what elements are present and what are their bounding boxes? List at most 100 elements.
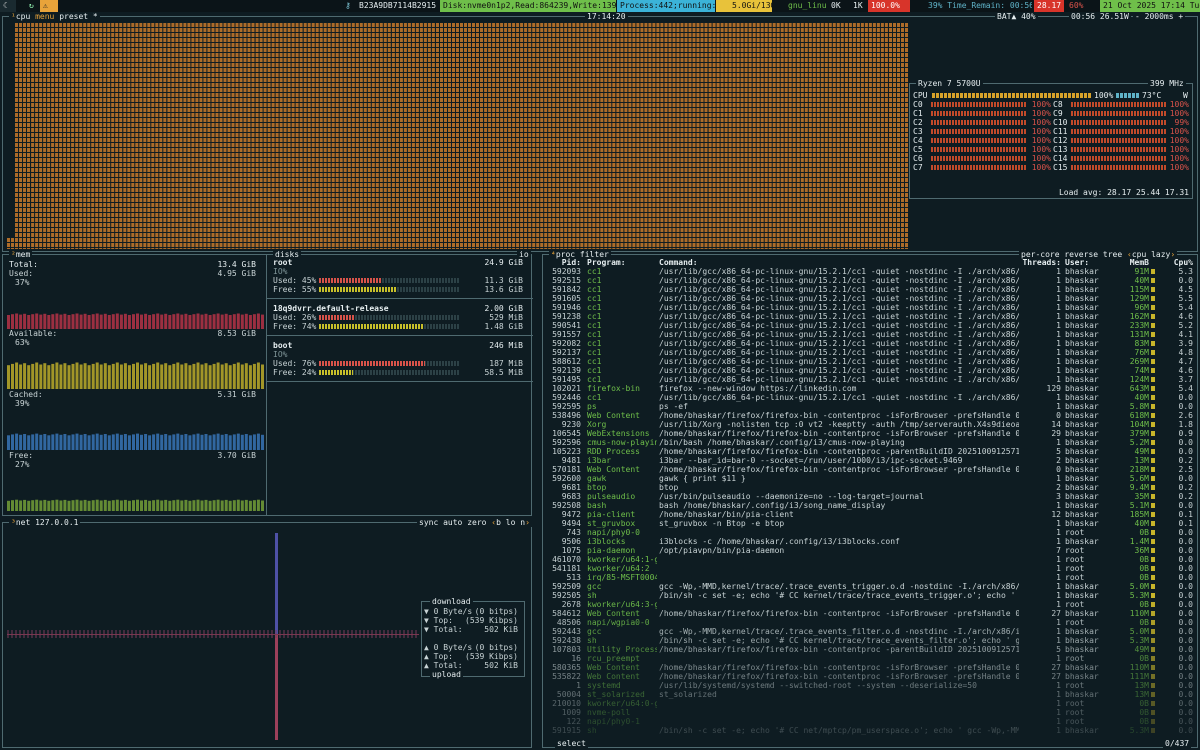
proc-row[interactable]: 9681 btop btop 2 bhaskar 9.4M 0.2 bbox=[545, 483, 1195, 492]
preset-button[interactable]: preset * bbox=[59, 12, 98, 21]
proc-row[interactable]: 592595 ps ps -ef 1 bhaskar 5.8M 0.0 bbox=[545, 402, 1195, 411]
proc-row[interactable]: 592082 cc1/usr/lib/gcc/x86_64-pc-linux-gn… bbox=[545, 339, 1195, 348]
proc-row[interactable]: 591495 cc1/usr/lib/gcc/x86_64-pc-linux-gn… bbox=[545, 375, 1195, 384]
mem-graph-column bbox=[256, 499, 260, 511]
proc-row[interactable]: 1 systemd/usr/lib/systemd/systemd --switc… bbox=[545, 681, 1195, 690]
proc-row[interactable]: 592093 cc1/usr/lib/gcc/x86_64-pc-linux-gn… bbox=[545, 267, 1195, 276]
proc-row[interactable]: 580365 Web Content/home/bhaskar/firefox/f… bbox=[545, 663, 1195, 672]
proc-row[interactable]: 50004 st_solarized st_solarized 1 bhaskar 13M… bbox=[545, 690, 1195, 699]
proc-row[interactable]: 570181 Web Content/home/bhaskar/firefox/f… bbox=[545, 465, 1195, 474]
cpu-graph-column bbox=[167, 23, 171, 249]
core-usage-bar bbox=[931, 111, 1027, 116]
proc-row[interactable]: 592515 cc1/usr/lib/gcc/x86_64-pc-linux-gn… bbox=[545, 276, 1195, 285]
proc-row[interactable]: 541181 kworker/u64:2 1 root 0B 0.0 bbox=[545, 564, 1195, 573]
mem-graph-column bbox=[67, 365, 71, 389]
mem-graph-column bbox=[51, 363, 55, 389]
net-controls: sync auto zero ‹b lo n› bbox=[417, 518, 532, 527]
proc-program: WebExtensions bbox=[587, 429, 650, 438]
proc-row[interactable]: 538496 Web Content/home/bhaskar/firefox/f… bbox=[545, 411, 1195, 420]
proc-row[interactable]: 9230 Xorg/usr/lib/Xorg -nolisten tcp :0 v… bbox=[545, 420, 1195, 429]
mem-header[interactable]: MemB bbox=[1109, 258, 1149, 267]
proc-row[interactable]: 591557 cc1/usr/lib/gcc/x86_64-pc-linux-gn… bbox=[545, 330, 1195, 339]
menu-button[interactable]: menu bbox=[35, 12, 54, 21]
proc-row[interactable]: 592508 bash bash /home/bhaskar/.config/i3/… bbox=[545, 501, 1195, 510]
proc-row[interactable]: 592137 cc1/usr/lib/gcc/x86_64-pc-linux-gn… bbox=[545, 348, 1195, 357]
proc-row[interactable]: 9472 pia-client/home/bhaskar/bin/pia-clie… bbox=[545, 510, 1195, 519]
proc-row[interactable]: 588612 cc1/usr/lib/gcc/x86_64-pc-linux-gn… bbox=[545, 357, 1195, 366]
cpu-panel-title[interactable]: ¹cpu menu preset * bbox=[9, 12, 100, 21]
sync-button[interactable]: sync bbox=[419, 518, 438, 527]
proc-row[interactable]: 9506 i3blocks i3blocks -c /home/bhaskar/.c… bbox=[545, 537, 1195, 546]
workspace-icon[interactable]: ☾ bbox=[0, 0, 16, 12]
net-graph-column bbox=[399, 630, 401, 638]
mem-graph-column bbox=[83, 434, 87, 450]
proc-row[interactable]: 9683 pulseaudio/usr/bin/pulseaudio --daem… bbox=[545, 492, 1195, 501]
proc-row[interactable]: 461070 kworker/u64:1-gf 1 root 0B 0.0 bbox=[545, 555, 1195, 564]
auto-button[interactable]: auto bbox=[443, 518, 462, 527]
command-header[interactable]: Command: bbox=[659, 258, 719, 267]
proc-row[interactable]: 590541 cc1/usr/lib/gcc/x86_64-pc-linux-gn… bbox=[545, 321, 1195, 330]
proc-row[interactable]: 16 rcu_preempt 1 root 0B 0.0 bbox=[545, 654, 1195, 663]
proc-row[interactable]: 210010 kworker/u64:0-gf 1 root 0B 0.0 bbox=[545, 699, 1195, 708]
proc-row[interactable]: 591842 cc1/usr/lib/gcc/x86_64-pc-linux-gn… bbox=[545, 285, 1195, 294]
proc-row[interactable]: 513 irq/85-MSFT0004: 1 root 0B 0.0 bbox=[545, 573, 1195, 582]
proc-row[interactable]: 591238 cc1/usr/lib/gcc/x86_64-pc-linux-gn… bbox=[545, 312, 1195, 321]
proc-row[interactable]: 48506 napi/wgpia0-0 1 root 0B 0.0 bbox=[545, 618, 1195, 627]
select-button[interactable]: select bbox=[555, 739, 588, 748]
mem-graph-column bbox=[212, 434, 216, 450]
proc-row[interactable]: 592446 cc1/usr/lib/gcc/x86_64-pc-linux-gn… bbox=[545, 393, 1195, 402]
refresh-icon[interactable]: ↻ bbox=[26, 0, 38, 12]
proc-user: bhaskar bbox=[1065, 465, 1099, 474]
cpu-core-row: C3 100% bbox=[913, 127, 1053, 136]
refresh-rate[interactable]: - 2000ms + bbox=[1133, 12, 1186, 21]
threads-header[interactable]: Threads: bbox=[1021, 258, 1061, 267]
mem-graph-column bbox=[152, 314, 156, 329]
zero-button[interactable]: zero bbox=[467, 518, 486, 527]
proc-threads: 2 bbox=[1056, 456, 1061, 465]
proc-row[interactable]: 2678 kworker/u64:3-gf 1 root 0B 0.0 bbox=[545, 600, 1195, 609]
proc-row[interactable]: 102021 firefox-bin firefox --new-window ht… bbox=[545, 384, 1195, 393]
proc-row[interactable]: 592505 sh/bin/sh -c set -e; echo '# CC ke… bbox=[545, 591, 1195, 600]
proc-row[interactable]: 584612 Web Content/home/bhaskar/firefox/f… bbox=[545, 609, 1195, 618]
mem-graph-column bbox=[103, 313, 107, 329]
warning-icon[interactable]: ⚠ bbox=[40, 0, 58, 12]
net-panel-title[interactable]: ³net 127.0.0.1 bbox=[9, 518, 81, 527]
cpu-graph-column bbox=[496, 23, 500, 249]
proc-row[interactable]: 9481 i3bar i3bar --bar_id=bar-0 --socket=/… bbox=[545, 456, 1195, 465]
prev-interface-button[interactable]: b bbox=[496, 518, 501, 527]
proc-row[interactable]: 107803 Utility Process/home/bhaskar/firef… bbox=[545, 645, 1195, 654]
proc-mem: 0B bbox=[1139, 618, 1149, 627]
proc-row[interactable]: 592596 cmus-now-playin/bin/bash /home/bha… bbox=[545, 438, 1195, 447]
proc-cpu: 0.0 bbox=[1178, 537, 1193, 546]
net-graph-column bbox=[151, 630, 153, 638]
proc-row[interactable]: 9494 st_gruvbox st_gruvbox -n Btop -e btop… bbox=[545, 519, 1195, 528]
proc-row[interactable]: 592600 gawk gawk { print $11 } 1 bhaskar 5.6M… bbox=[545, 474, 1195, 483]
proc-row[interactable]: 1009 nvme-poll 1 root 0B 0.0 bbox=[545, 708, 1195, 717]
proc-row[interactable]: 592509 gcc gcc -Wp,-MMD,kernel/trace/.trac… bbox=[545, 582, 1195, 591]
proc-row[interactable]: 592443 gcc gcc -Wp,-MMD,kernel/trace/.trac… bbox=[545, 627, 1195, 636]
cpu-header[interactable]: Cpu% bbox=[1157, 258, 1193, 267]
proc-user: bhaskar bbox=[1065, 420, 1099, 429]
proc-row[interactable]: 535822 Web Content/home/bhaskar/firefox/f… bbox=[545, 672, 1195, 681]
proc-row[interactable]: 591915 sh/bin/sh -c set -e; echo '# CC ne… bbox=[545, 726, 1195, 735]
proc-mem: 5.3M bbox=[1129, 636, 1149, 645]
pid-header[interactable]: Pid: bbox=[545, 258, 581, 267]
mem-panel-title[interactable]: ²mem bbox=[9, 250, 33, 259]
proc-row[interactable]: 592139 cc1/usr/lib/gcc/x86_64-pc-linux-gn… bbox=[545, 366, 1195, 375]
user-header[interactable]: User: bbox=[1065, 258, 1105, 267]
proc-command: st_solarized bbox=[659, 690, 717, 699]
cpu-graph-column bbox=[448, 23, 451, 249]
proc-row[interactable]: 106545 WebExtensions/home/bhaskar/firefox… bbox=[545, 429, 1195, 438]
proc-pid: 584612 bbox=[552, 609, 581, 618]
cpu-graph-column bbox=[131, 23, 135, 249]
net-graph-column bbox=[267, 630, 269, 638]
proc-row[interactable]: 743 napi/phy0-0 1 root 0B 0.0 bbox=[545, 528, 1195, 537]
proc-row[interactable]: 591946 cc1/usr/lib/gcc/x86_64-pc-linux-gn… bbox=[545, 303, 1195, 312]
proc-row[interactable]: 591605 cc1/usr/lib/gcc/x86_64-pc-linux-gn… bbox=[545, 294, 1195, 303]
mem-graph-column bbox=[180, 434, 184, 450]
proc-row[interactable]: 122 napi/phy0-1 1 root 0B 0.0 bbox=[545, 717, 1195, 726]
proc-row[interactable]: 592438 sh/bin/sh -c set -e; echo '# CC ke… bbox=[545, 636, 1195, 645]
proc-row[interactable]: 105223 RDD Process/home/bhaskar/firefox/f… bbox=[545, 447, 1195, 456]
program-header[interactable]: Program: bbox=[587, 258, 657, 267]
proc-row[interactable]: 1075 pia-daemon/opt/piavpn/bin/pia-daemon… bbox=[545, 546, 1195, 555]
